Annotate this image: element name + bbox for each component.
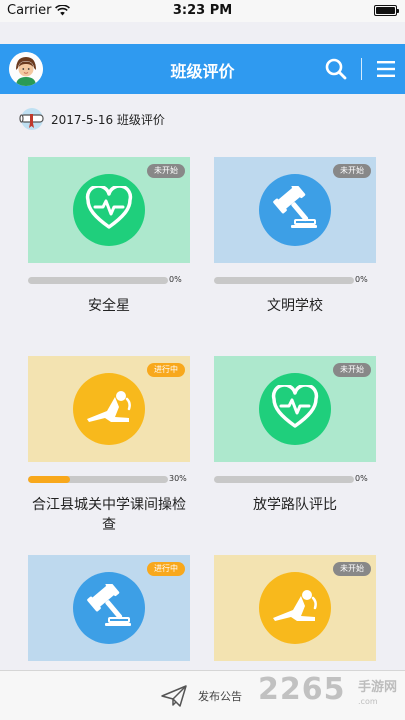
header-bar: 班级评价 (0, 44, 405, 94)
progress-row: 0% (214, 474, 376, 485)
card-icon-circle (73, 174, 145, 246)
card-tile[interactable]: 未开始 (214, 157, 376, 263)
progress-bar (28, 277, 168, 284)
evaluation-card[interactable]: 进行中 30% 合江县城关中学课间操检查 (28, 356, 190, 533)
date-label: 2017-5-16 班级评价 (51, 112, 165, 127)
status-badge: 未开始 (333, 562, 371, 576)
card-icon-circle (73, 373, 145, 445)
status-badge: 未开始 (333, 164, 371, 178)
progress-percent: 0% (355, 275, 368, 284)
watermark-url: .com (358, 697, 378, 706)
date-header: 2017-5-16 班级评价 (17, 107, 165, 131)
menu-icon (377, 61, 395, 77)
gavel-icon (271, 183, 319, 234)
menu-button[interactable] (375, 58, 397, 80)
card-title: 安全星 (88, 298, 130, 314)
status-bar: Carrier 3:23 PM (0, 0, 405, 22)
card-tile[interactable]: 未开始 (214, 555, 376, 661)
diploma-icon (19, 108, 44, 130)
card-tile[interactable]: 进行中 (28, 356, 190, 462)
exercise-icon (83, 387, 135, 431)
evaluation-card[interactable]: 未开始 0% 安全星 (28, 157, 190, 314)
card-title: 文明学校 (267, 298, 323, 314)
progress-row: 0% (214, 275, 376, 286)
evaluation-card[interactable]: 进行中 (28, 555, 190, 661)
heart-pulse-icon (271, 383, 319, 433)
search-icon (325, 58, 347, 80)
progress-bar (214, 277, 354, 284)
card-icon-circle (259, 174, 331, 246)
evaluation-card[interactable]: 未开始 0% 文明学校 (214, 157, 376, 314)
paper-plane-icon (161, 685, 187, 707)
heart-pulse-icon (85, 184, 133, 234)
progress-fill (28, 476, 70, 483)
progress-percent: 0% (355, 474, 368, 483)
progress-row: 0% (28, 275, 190, 286)
progress-row: 30% (28, 474, 190, 485)
progress-bar (214, 476, 354, 483)
card-title: 放学路队评比 (253, 497, 337, 513)
exercise-icon (269, 586, 321, 630)
search-button[interactable] (323, 56, 349, 82)
card-icon-circle (259, 373, 331, 445)
evaluation-card[interactable]: 未开始 0% 放学路队评比 (214, 356, 376, 513)
watermark-logo: 2265 (258, 672, 346, 707)
publish-label: 发布公告 (198, 690, 242, 703)
gavel-icon (85, 581, 133, 632)
watermark-text: 手游网 (358, 680, 398, 695)
card-icon-circle (73, 572, 145, 644)
clock: 3:23 PM (172, 3, 233, 18)
evaluation-card[interactable]: 未开始 (214, 555, 376, 661)
card-tile[interactable]: 未开始 (214, 356, 376, 462)
status-badge: 未开始 (147, 164, 185, 178)
card-tile[interactable]: 进行中 (28, 555, 190, 661)
status-badge: 未开始 (333, 363, 371, 377)
card-title: 合江县城关中学课间操检查 (32, 497, 186, 533)
card-tile[interactable]: 未开始 (28, 157, 190, 263)
header-divider (361, 58, 362, 80)
status-badge: 进行中 (147, 562, 185, 576)
card-icon-circle (259, 572, 331, 644)
progress-percent: 30% (169, 474, 187, 483)
progress-percent: 0% (169, 275, 182, 284)
battery-icon (374, 5, 399, 16)
status-badge: 进行中 (147, 363, 185, 377)
progress-bar (28, 476, 168, 483)
publish-announcement-button[interactable]: 发布公告 (160, 684, 242, 708)
